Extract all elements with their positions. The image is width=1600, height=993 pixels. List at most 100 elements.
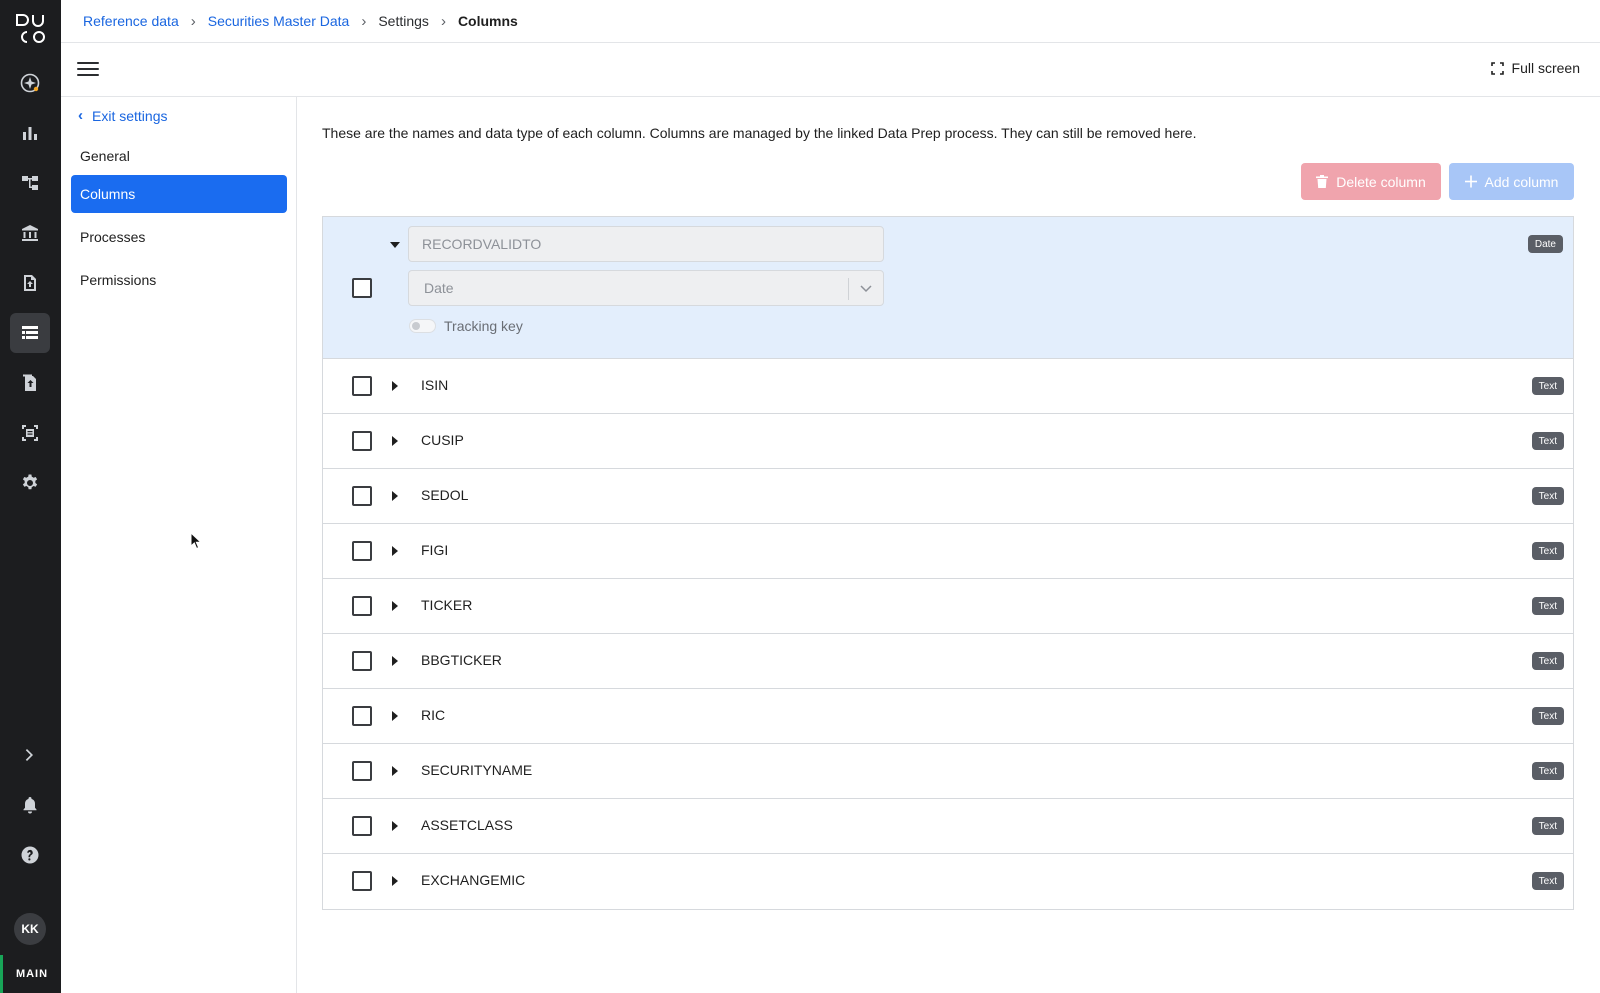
settings-nav-general[interactable]: General [71, 137, 287, 175]
row-checkbox[interactable] [352, 278, 372, 298]
column-name: SECURITYNAME [421, 762, 533, 778]
duco-logo[interactable] [14, 12, 48, 46]
type-badge: Text [1531, 597, 1564, 615]
expand-caret-icon[interactable] [389, 600, 401, 612]
row-checkbox[interactable] [352, 431, 372, 451]
breadcrumb-current-page: Columns [457, 13, 518, 29]
settings-sidebar: ‹ Exit settings General Columns Processe… [61, 97, 297, 993]
report-upload-icon[interactable] [10, 363, 50, 403]
main-content: These are the names and data type of eac… [297, 97, 1600, 993]
type-badge: Date [1527, 235, 1563, 253]
settings-nav-processes[interactable]: Processes [71, 218, 287, 256]
page-toolbar: Full screen [61, 43, 1600, 97]
row-checkbox[interactable] [352, 376, 372, 396]
fullscreen-icon [1490, 61, 1504, 75]
expand-caret-icon[interactable] [389, 490, 401, 502]
table-row[interactable]: CUSIP Text [323, 414, 1573, 469]
table-row[interactable]: BBGTICKER Text [323, 634, 1573, 689]
expand-caret-icon[interactable] [389, 380, 401, 392]
delete-column-label: Delete column [1336, 173, 1426, 190]
tracking-key-label: Tracking key [444, 318, 523, 334]
list-data-icon[interactable] [10, 313, 50, 353]
app-rail: KK MAIN [0, 0, 61, 993]
column-name: ISIN [421, 377, 449, 393]
column-name: SEDOL [421, 487, 469, 503]
add-column-button[interactable]: Add column [1449, 163, 1574, 200]
row-checkbox[interactable] [352, 761, 372, 781]
type-badge: Text [1531, 542, 1564, 560]
notifications-bell-icon[interactable] [10, 785, 50, 825]
row-checkbox[interactable] [352, 871, 372, 891]
column-name-input[interactable]: RECORDVALIDTO [408, 226, 884, 262]
row-checkbox[interactable] [352, 706, 372, 726]
breadcrumb-separator-icon: › [440, 12, 446, 30]
fullscreen-button[interactable]: Full screen [1490, 60, 1580, 76]
exit-settings-link[interactable]: ‹ Exit settings [78, 107, 167, 124]
expand-rail-chevron-icon[interactable] [10, 735, 50, 775]
settings-nav-columns[interactable]: Columns [71, 175, 287, 213]
chevron-down-icon [860, 285, 872, 293]
expand-caret-icon[interactable] [389, 545, 401, 557]
table-row[interactable]: ASSETCLASS Text [323, 799, 1573, 854]
type-badge: Text [1531, 707, 1564, 725]
user-avatar[interactable]: KK [14, 913, 46, 945]
table-row[interactable]: RIC Text [323, 689, 1573, 744]
type-badge: Text [1531, 762, 1564, 780]
breadcrumb-reference-data[interactable]: Reference data [83, 13, 179, 29]
fullscreen-label: Full screen [1511, 60, 1580, 76]
add-column-label: Add column [1484, 173, 1559, 190]
expand-caret-icon[interactable] [389, 820, 401, 832]
breadcrumb-securities-master-data[interactable]: Securities Master Data [208, 13, 350, 29]
menu-hamburger-icon[interactable] [77, 59, 99, 81]
expand-caret-icon[interactable] [389, 710, 401, 722]
tracking-key-toggle[interactable] [409, 319, 436, 333]
table-row[interactable]: SEDOL Text [323, 469, 1573, 524]
mouse-cursor-icon [190, 532, 202, 550]
dashboard-chart-icon[interactable] [10, 113, 50, 153]
column-name: ASSETCLASS [421, 817, 513, 833]
column-type-value: Date [424, 280, 454, 296]
select-divider [848, 278, 849, 300]
column-name: EXCHANGEMIC [421, 872, 526, 888]
table-row[interactable]: ISIN Text [323, 359, 1573, 414]
expand-caret-icon[interactable] [389, 655, 401, 667]
hierarchy-icon[interactable] [10, 163, 50, 203]
type-badge: Text [1531, 817, 1564, 835]
scan-document-icon[interactable] [10, 413, 50, 453]
column-name: FIGI [421, 542, 449, 558]
row-checkbox[interactable] [352, 816, 372, 836]
trash-icon [1316, 175, 1329, 188]
columns-table: RECORDVALIDTO Date Tracking key Date ISI… [322, 216, 1574, 910]
expand-caret-icon[interactable] [389, 765, 401, 777]
settings-gear-icon[interactable] [10, 463, 50, 503]
column-name: BBGTICKER [421, 652, 502, 668]
file-upload-icon[interactable] [10, 263, 50, 303]
table-row[interactable]: SECURITYNAME Text [323, 744, 1573, 799]
type-badge: Text [1531, 487, 1564, 505]
table-row[interactable]: FIGI Text [323, 524, 1573, 579]
table-row[interactable]: TICKER Text [323, 579, 1573, 634]
expand-caret-icon[interactable] [389, 435, 401, 447]
type-badge: Text [1531, 432, 1564, 450]
column-row-expanded: RECORDVALIDTO Date Tracking key Date [323, 217, 1573, 359]
breadcrumb-separator-icon: › [190, 12, 196, 30]
column-name: RIC [421, 707, 446, 723]
ai-sparkle-icon[interactable] [10, 63, 50, 103]
settings-nav-permissions[interactable]: Permissions [71, 261, 287, 299]
collapse-caret-icon[interactable] [389, 239, 401, 251]
row-checkbox[interactable] [352, 651, 372, 671]
bank-icon[interactable] [10, 213, 50, 253]
column-name: TICKER [421, 597, 473, 613]
chevron-left-icon: ‹ [78, 107, 83, 124]
row-checkbox[interactable] [352, 596, 372, 616]
plus-icon [1464, 175, 1477, 188]
breadcrumb: Reference data › Securities Master Data … [61, 0, 1600, 43]
column-type-select[interactable]: Date [408, 270, 884, 306]
table-row[interactable]: EXCHANGEMIC Text [323, 854, 1573, 909]
row-checkbox[interactable] [352, 541, 372, 561]
expand-caret-icon[interactable] [389, 875, 401, 887]
help-icon[interactable] [10, 835, 50, 875]
row-checkbox[interactable] [352, 486, 372, 506]
column-name: CUSIP [421, 432, 464, 448]
delete-column-button[interactable]: Delete column [1301, 163, 1441, 200]
